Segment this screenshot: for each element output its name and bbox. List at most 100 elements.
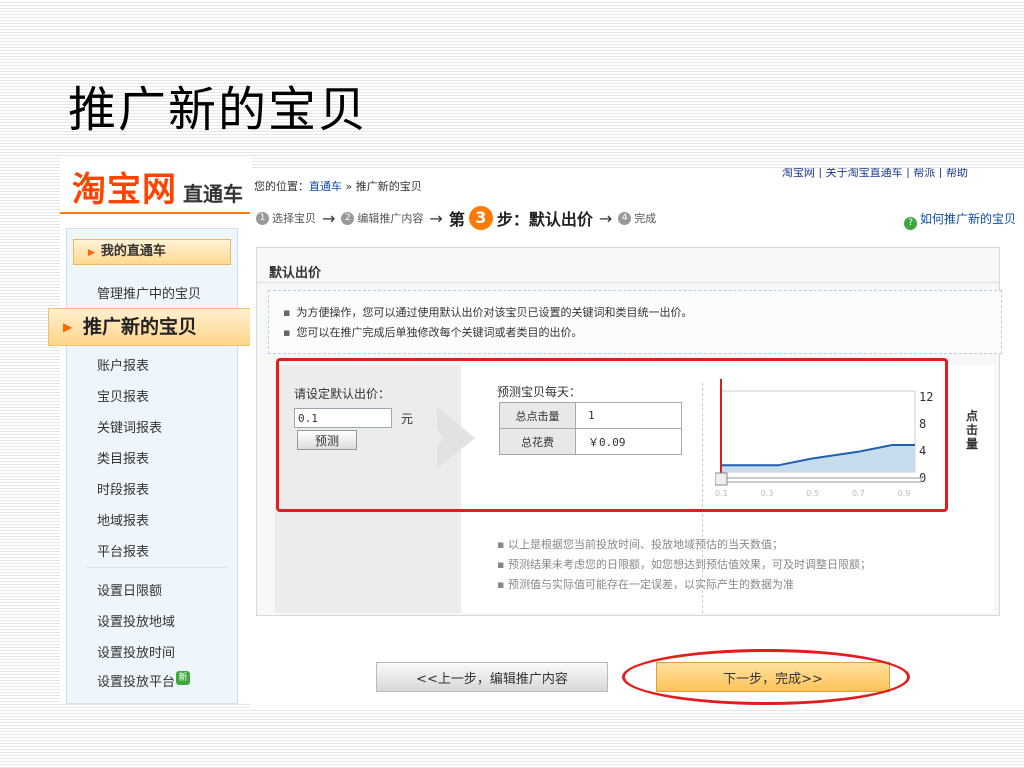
slider-track [720,477,922,483]
note-item: ▪ 以上是根据您当前投放时间、投放地域预估的当天数值； [497,535,871,555]
chevron-arrow-cut [421,407,443,469]
step-2-number: 2 [341,211,355,225]
bid-input[interactable] [294,408,392,428]
step-2-label: 编辑推广内容 [357,212,424,225]
main-panel: 淘宝网 | 关于淘宝直通车 | 帮派 | 帮助 您的位置：直通车 » 推广新的宝… [250,168,1024,708]
sidebar-item-time-report[interactable]: 时段报表 [97,479,149,498]
step-4-label: 完成 [634,212,657,225]
tip-text: 为方便操作，您可以通过使用默认出价对该宝贝已设置的关键词和类目统一出价。 [296,306,693,319]
note-text: 预测值与实际值可能存在一定误差，以实际产生的数据为准 [507,578,794,591]
step-current: 第 3 步：默认出价 [449,206,593,230]
sidebar-item-category-report[interactable]: 类目报表 [97,448,149,467]
y-tick-label: 8 [919,417,926,431]
x-tick-label: 0.1 [715,489,728,498]
bid-column: 请设定默认出价： 元 预测 [275,365,475,613]
step-current-prefix: 第 [448,210,465,229]
top-links[interactable]: 淘宝网 | 关于淘宝直通车 | 帮派 | 帮助 [782,168,968,178]
y-tick-label: 12 [919,390,933,404]
forecast-notes: ▪ 以上是根据您当前投放时间、投放地域预估的当天数值； ▪ 预测结果未考虑您的日… [497,535,871,595]
slide-title: 推广新的宝贝 [68,82,369,138]
sidebar-item-set-time[interactable]: 设置投放时间 [97,642,175,661]
step-1-label: 选择宝贝 [272,212,316,225]
x-tick-label: 0.7 [852,489,865,498]
breadcrumb: 您的位置：直通车 » 推广新的宝贝 [254,178,422,194]
breadcrumb-link[interactable]: 直通车 [309,180,342,193]
table-row: 总花费 ￥0.09 [499,428,682,455]
forecast-value: 1 [575,402,682,429]
arrow-right-icon: → [322,208,336,228]
bullet-icon: ▪ [283,306,291,319]
step-current-label: 步：默认出价 [496,210,593,229]
tip-item: ▪ 为方便操作，您可以通过使用默认出价对该宝贝已设置的关键词和类目统一出价。 [283,303,1001,323]
note-text: 以上是根据您当前投放时间、投放地域预估的当天数值； [507,538,783,551]
arrow-right-icon: → [598,208,613,228]
bullet-icon: ▪ [497,578,508,591]
breadcrumb-separator: » [342,180,356,193]
tips-box: ▪ 为方便操作，您可以通过使用默认出价对该宝贝已设置的关键词和类目统一出价。 ▪ 您… [268,290,1002,354]
logo-text: 淘宝网 [72,170,177,210]
sidebar-item-set-region[interactable]: 设置投放地域 [97,611,175,630]
y-tick-label: 4 [919,444,926,458]
sidebar-item-promote-new[interactable]: ▶ 推广新的宝贝 [48,308,252,346]
step-3-number: 3 [468,206,493,230]
sidebar-header-label: 我的直通车 [100,244,166,259]
logo-subtitle: 直通车 [183,182,243,206]
step-indicator: 1 选择宝贝 → 2 编辑推广内容 → 第 3 步：默认出价 → 4 完成 [256,206,656,230]
next-step-button[interactable]: 下一步，完成>> [656,662,890,692]
section-divider [257,282,999,283]
tip-item: ▪ 您可以在推广完成后单独修改每个关键词或者类目的出价。 [283,323,1001,343]
bid-forecast-area: 请设定默认出价： 元 预测 预测宝贝每天： 总点击量 1 总花费 ￥0.09 [275,365,994,613]
forecast-label: 预测宝贝每天： [497,385,582,399]
new-badge: 新 [176,671,191,685]
breadcrumb-current: 推广新的宝贝 [355,180,422,193]
sidebar-item-region-report[interactable]: 地域报表 [97,510,149,529]
bullet-icon: ▪ [283,326,291,339]
sidebar-header[interactable]: ▶ 我的直通车 [73,239,231,265]
arrow-right-icon: → [429,208,443,228]
help-link-label: 如何推广新的宝贝 [919,212,1016,226]
step-4-number: 4 [618,211,632,225]
bid-label: 请设定默认出价： [294,387,391,401]
breadcrumb-prefix: 您的位置： [254,180,309,193]
sidebar-panel: 淘宝网 直通车 ▶ 我的直通车 管理推广中的宝贝 账户报表 宝贝报表 关键词报表 … [60,158,252,704]
note-text: 预测结果未考虑您的日限额，如您想达到预估值效果，可及时调整日限额； [507,558,871,571]
sidebar-item-account-report[interactable]: 账户报表 [97,355,149,374]
forecast-key: 总花费 [499,428,576,455]
bid-unit: 元 [401,412,414,426]
sidebar-item-label: 推广新的宝贝 [83,316,198,338]
step-1-number: 1 [256,211,269,225]
sidebar-item-daily-limit[interactable]: 设置日限额 [97,580,162,599]
help-icon: ? [903,217,917,230]
x-tick-label: 0.3 [761,489,774,498]
bullet-icon: ▪ [497,538,508,551]
logo[interactable]: 淘宝网 直通车 [72,162,243,210]
slider-handle [715,472,728,486]
chevron-right-icon: ▶ [63,320,73,334]
bullet-icon: ▪ [497,558,508,571]
content-panel: 默认出价 ▪ 为方便操作，您可以通过使用默认出价对该宝贝已设置的关键词和类目统一出… [256,247,1002,616]
sidebar-item-keyword-report[interactable]: 关键词报表 [97,417,162,436]
note-item: ▪ 预测结果未考虑您的日限额，如您想达到预估值效果，可及时调整日限额； [497,555,871,575]
forecast-key: 总点击量 [499,402,576,429]
section-title: 默认出价 [269,266,322,281]
sidebar-item-manage[interactable]: 管理推广中的宝贝 [97,283,201,302]
sidebar-divider [87,567,227,568]
forecast-table: 总点击量 1 总花费 ￥0.09 [499,402,682,455]
predict-button[interactable]: 预测 [297,430,357,450]
help-link[interactable]: ? 如何推广新的宝贝 [903,210,1016,230]
note-item: ▪ 预测值与实际值可能存在一定误差，以实际产生的数据为准 [497,575,871,595]
forecast-value: ￥0.09 [575,428,682,455]
sidebar-nav: ▶ 我的直通车 管理推广中的宝贝 账户报表 宝贝报表 关键词报表 类目报表 时段报… [66,228,238,704]
sidebar-item-set-platform[interactable]: 设置投放平台新 [97,671,191,690]
tip-text: 您可以在推广完成后单独修改每个关键词或者类目的出价。 [296,326,583,339]
sidebar-item-item-report[interactable]: 宝贝报表 [97,386,149,405]
header-divider [60,212,252,214]
x-tick-label: 0.9 [898,489,911,498]
x-tick-label: 0.5 [806,489,819,498]
sidebar-item-label: 设置投放平台 [97,675,176,690]
prev-step-button[interactable]: <<上一步，编辑推广内容 [376,662,608,692]
chart-y-label: 点击量 [965,409,978,451]
sidebar-item-platform-report[interactable]: 平台报表 [97,541,149,560]
forecast-chart: 128400.1 0.3 0.5 0.7 0.9 [715,379,933,498]
table-row: 总点击量 1 [499,402,682,429]
